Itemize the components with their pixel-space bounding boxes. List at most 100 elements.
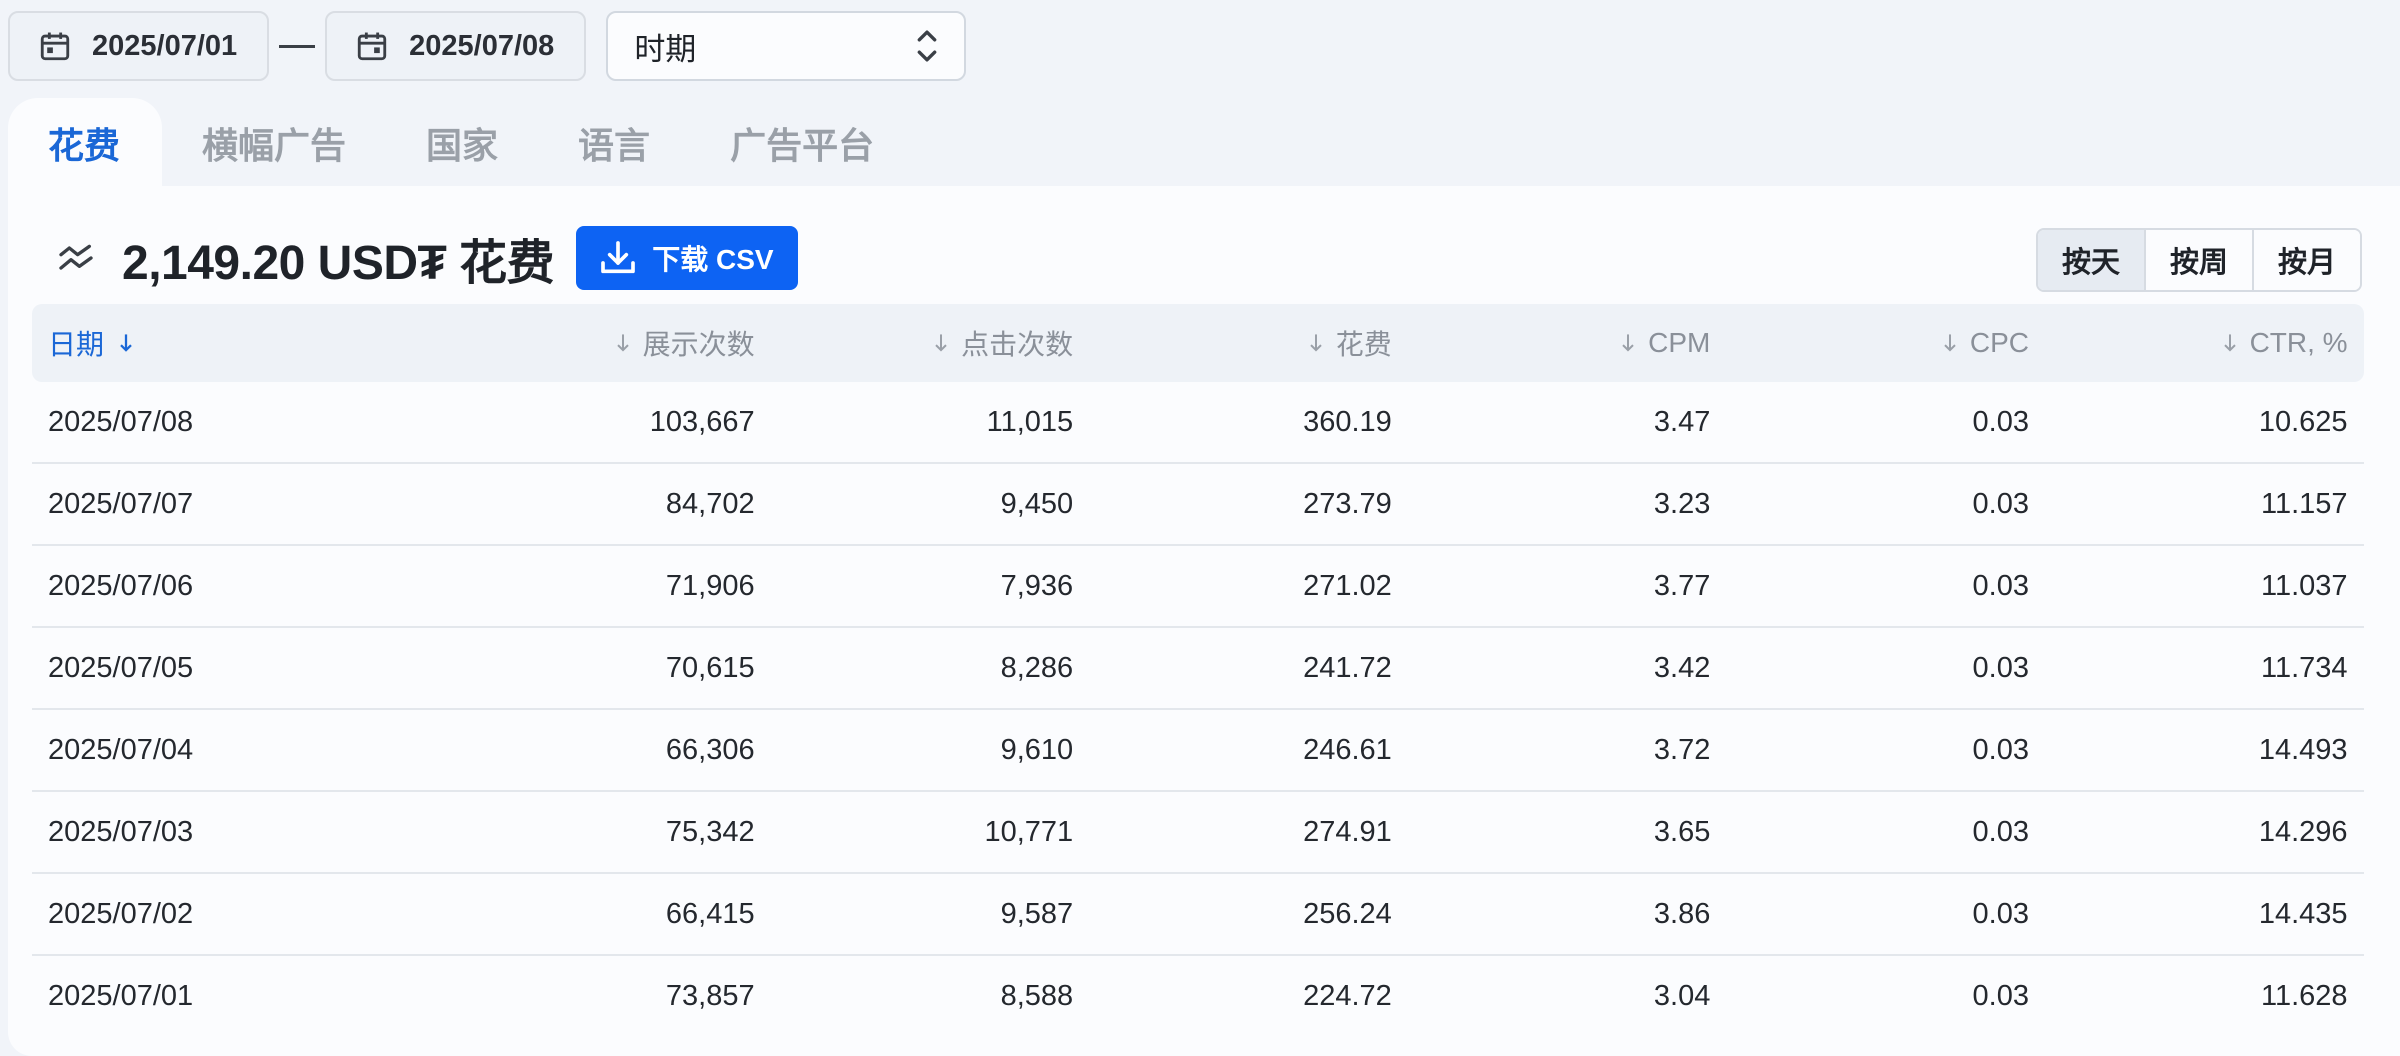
column-header-cpm[interactable]: CPM — [1408, 304, 1727, 382]
cell-ctr: 11.734 — [2261, 651, 2348, 684]
tab-ad-platforms[interactable]: 广告平台 — [690, 98, 914, 188]
report-tabs: 花费 横幅广告 国家 语言 广告平台 — [8, 98, 914, 188]
column-header-label: CPM — [1648, 327, 1711, 358]
sort-arrow-down-icon — [120, 334, 132, 352]
column-header-label: 点击次数 — [961, 329, 1074, 360]
cell-ctr: 10.625 — [2258, 405, 2348, 438]
granularity-toggle: 按天 按周 按月 — [2036, 228, 2362, 292]
cell-spend: 271.02 — [1303, 569, 1392, 602]
cell-clicks: 8,286 — [1000, 651, 1074, 684]
cell-impressions: 66,306 — [665, 733, 755, 766]
cell-clicks: 9,450 — [1000, 487, 1074, 520]
table-row: 2025/07/05 70,615 8,286 241.72 3.42 0.03… — [32, 628, 2364, 710]
sort-arrow-down-icon — [1310, 334, 1322, 352]
summary-header: 2,149.20 USD₮ 花费 下载 CSV — [56, 226, 798, 290]
end-date-value: 2025/07/08 — [409, 29, 555, 62]
sort-arrow-down-icon — [2223, 334, 2236, 352]
cell-cpm: 3.42 — [1653, 651, 1711, 684]
column-header-label: CTR, % — [2249, 327, 2348, 358]
by-month-button[interactable]: 按月 — [2252, 230, 2360, 290]
cell-spend: 256.24 — [1303, 897, 1392, 930]
cell-ctr: 14.493 — [2258, 733, 2348, 766]
cell-impressions: 70,615 — [665, 651, 755, 684]
table-row: 2025/07/08 103,667 11,015 360.19 3.47 0.… — [32, 382, 2364, 464]
table-row: 2025/07/07 84,702 9,450 273.79 3.23 0.03… — [32, 464, 2364, 546]
table-header: 日期 展示次数 点击次数 花费 CPM CPC CTR, % — [32, 304, 2364, 382]
table-row: 2025/07/04 66,306 9,610 246.61 3.72 0.03… — [32, 710, 2364, 792]
report-panel: 2,149.20 USD₮ 花费 下载 CSV 按天 按周 按月 日期 展示次数 — [8, 186, 2400, 1056]
cell-spend: 273.79 — [1303, 487, 1392, 520]
stats-table: 日期 展示次数 点击次数 花费 CPM CPC CTR, % 2025/07/0… — [32, 304, 2364, 1036]
cell-clicks: 7,936 — [1000, 569, 1074, 602]
column-header-ctr[interactable]: CTR, % — [2045, 304, 2364, 382]
trend-icon — [59, 244, 93, 270]
sort-arrow-down-icon — [616, 334, 629, 352]
cell-date: 2025/07/08 — [48, 405, 194, 438]
cell-clicks: 9,587 — [1000, 897, 1074, 930]
calendar-icon — [40, 32, 70, 61]
calendar-icon — [357, 32, 387, 61]
cell-date: 2025/07/05 — [48, 651, 194, 684]
period-select[interactable]: 时期 — [606, 11, 967, 81]
download-csv-button[interactable]: 下载 CSV — [576, 226, 798, 290]
table-row: 2025/07/02 66,415 9,587 256.24 3.86 0.03… — [32, 874, 2364, 956]
cell-ctr: 11.628 — [2261, 979, 2348, 1012]
cell-impressions: 71,906 — [665, 569, 755, 602]
table-row: 2025/07/06 71,906 7,936 271.02 3.77 0.03… — [32, 546, 2364, 628]
sort-arrow-down-icon — [1622, 334, 1634, 352]
by-day-button[interactable]: 按天 — [2038, 230, 2144, 290]
cell-clicks: 8,588 — [1000, 979, 1074, 1012]
download-csv-label: 下载 CSV — [652, 244, 774, 275]
cell-spend: 224.72 — [1303, 979, 1392, 1012]
sort-arrow-down-icon — [935, 334, 947, 352]
cell-cpm: 3.77 — [1653, 569, 1711, 602]
chevron-up-down-icon — [917, 30, 937, 62]
cell-cpc: 0.03 — [1972, 733, 2029, 766]
cell-date: 2025/07/07 — [48, 487, 194, 520]
cell-cpm: 3.23 — [1653, 487, 1711, 520]
cell-cpm: 3.04 — [1653, 979, 1711, 1012]
tab-countries[interactable]: 国家 — [386, 98, 538, 188]
column-header-label: CPC — [1969, 327, 2029, 358]
cell-cpm: 3.65 — [1653, 815, 1711, 848]
download-icon — [601, 241, 636, 274]
date-range-separator — [279, 44, 316, 48]
column-header-cpc[interactable]: CPC — [1726, 304, 2045, 382]
cell-impressions: 73,857 — [665, 979, 755, 1012]
cell-date: 2025/07/01 — [48, 979, 194, 1012]
column-header-clicks[interactable]: 点击次数 — [771, 304, 1090, 382]
cell-date: 2025/07/04 — [48, 733, 194, 766]
table-row: 2025/07/01 73,857 8,588 224.72 3.04 0.03… — [32, 956, 2364, 1036]
cell-date: 2025/07/02 — [48, 897, 194, 930]
column-header-spend[interactable]: 花费 — [1089, 304, 1408, 382]
cell-cpc: 0.03 — [1972, 979, 2029, 1012]
cell-cpc: 0.03 — [1972, 651, 2029, 684]
cell-impressions: 75,342 — [665, 815, 755, 848]
tab-banners[interactable]: 横幅广告 — [162, 98, 386, 188]
column-header-impressions[interactable]: 展示次数 — [452, 304, 771, 382]
column-header-date[interactable]: 日期 — [32, 304, 452, 382]
cell-cpc: 0.03 — [1972, 487, 2029, 520]
by-week-button[interactable]: 按周 — [2144, 230, 2252, 290]
table-body: 2025/07/08 103,667 11,015 360.19 3.47 0.… — [32, 382, 2364, 1036]
end-date-picker[interactable]: 2025/07/08 — [325, 11, 587, 81]
tab-languages[interactable]: 语言 — [538, 98, 690, 188]
cell-cpc: 0.03 — [1972, 897, 2029, 930]
cell-clicks: 10,771 — [984, 815, 1074, 848]
cell-cpc: 0.03 — [1972, 569, 2029, 602]
cell-cpm: 3.86 — [1653, 897, 1711, 930]
column-header-label: 花费 — [1335, 329, 1392, 360]
cell-ctr: 14.296 — [2258, 815, 2348, 848]
cell-impressions: 84,702 — [665, 487, 755, 520]
cell-spend: 274.91 — [1303, 815, 1392, 848]
period-select-value: 时期 — [634, 31, 697, 67]
cell-impressions: 103,667 — [649, 405, 755, 438]
start-date-picker[interactable]: 2025/07/01 — [8, 11, 270, 81]
tab-spend[interactable]: 花费 — [8, 98, 163, 188]
cell-clicks: 11,015 — [986, 405, 1074, 438]
cell-spend: 241.72 — [1303, 651, 1392, 684]
date-filter-bar: 2025/07/01 2025/07/08 时期 — [8, 10, 967, 82]
cell-impressions: 66,415 — [665, 897, 755, 930]
cell-ctr: 11.037 — [2261, 569, 2348, 602]
cell-ctr: 14.435 — [2258, 897, 2348, 930]
